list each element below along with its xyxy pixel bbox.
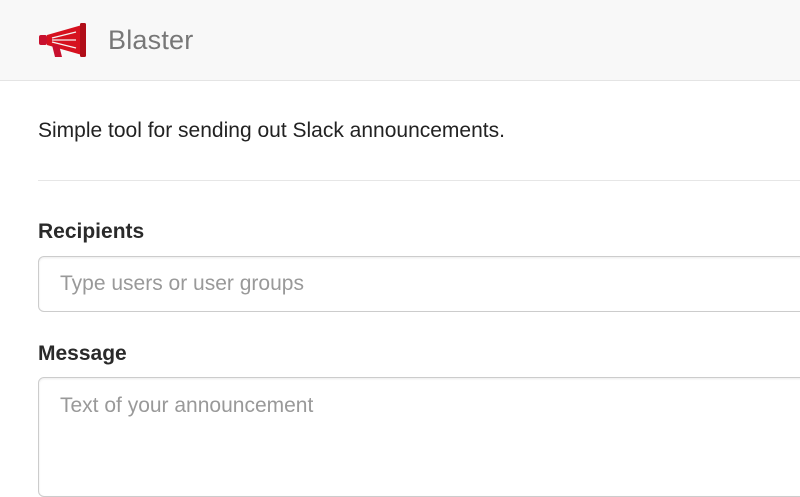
brand-link[interactable]: Blaster — [38, 18, 193, 62]
megaphone-icon — [39, 23, 86, 57]
intro-text: Simple tool for sending out Slack announ… — [38, 119, 505, 142]
message-textarea[interactable] — [38, 377, 800, 497]
message-label: Message — [38, 342, 127, 365]
recipients-input[interactable] — [38, 256, 800, 312]
divider — [38, 180, 800, 181]
app-name: Blaster — [108, 24, 194, 55]
recipients-label: Recipients — [38, 220, 145, 243]
navbar: Blaster — [0, 0, 800, 81]
